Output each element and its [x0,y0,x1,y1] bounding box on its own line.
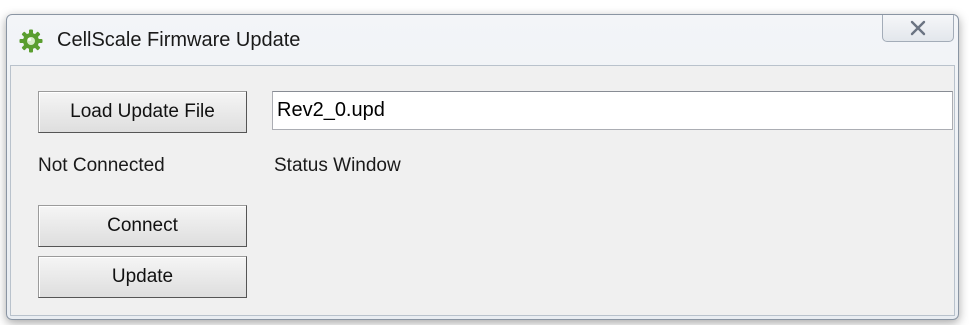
connection-status-label: Not Connected [38,155,165,176]
firmware-update-window: CellScale Firmware Update Load Update Fi… [6,14,959,320]
update-button[interactable]: Update [38,256,247,298]
update-file-field[interactable]: Rev2_0.upd [272,91,953,130]
close-icon [908,20,928,36]
status-window-label: Status Window [274,155,401,176]
title-bar[interactable]: CellScale Firmware Update [7,15,958,65]
dialog-body: Load Update File Rev2_0.upd Not Connecte… [10,65,955,316]
close-button[interactable] [882,15,954,42]
connect-button[interactable]: Connect [38,205,247,247]
load-update-file-button[interactable]: Load Update File [38,91,247,133]
gear-icon [19,29,43,53]
window-title: CellScale Firmware Update [57,29,301,51]
